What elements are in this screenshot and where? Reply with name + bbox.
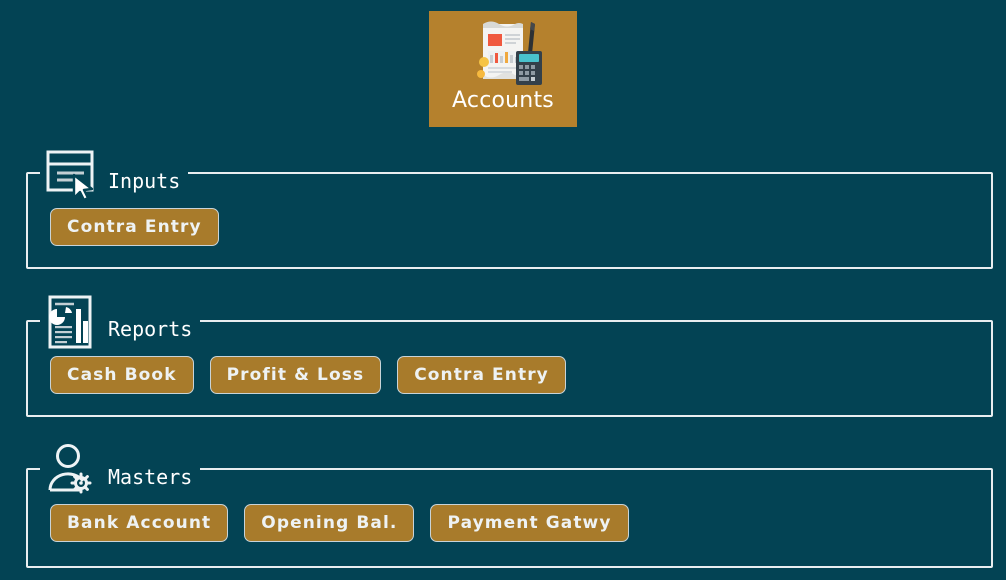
button-bank-account[interactable]: Bank Account <box>50 504 229 542</box>
form-cursor-icon <box>44 145 98 203</box>
section-reports-title: Reports <box>108 317 193 341</box>
section-inputs-buttons: Contra Entry <box>50 208 219 246</box>
button-payment-gateway[interactable]: Payment Gatwy <box>430 504 629 542</box>
section-inputs-title: Inputs <box>108 169 181 193</box>
module-tile-accounts[interactable]: Accounts <box>429 11 577 127</box>
section-masters-title: Masters <box>108 465 193 489</box>
section-reports: Reports Cash Book Profit & Loss Contra E… <box>26 291 993 417</box>
section-reports-legend: Reports <box>40 291 201 353</box>
section-masters-buttons: Bank Account Opening Bal. Payment Gatwy <box>50 504 629 542</box>
section-reports-buttons: Cash Book Profit & Loss Contra Entry <box>50 356 566 394</box>
button-contra-entry-report[interactable]: Contra Entry <box>397 356 566 394</box>
button-cash-book[interactable]: Cash Book <box>50 356 194 394</box>
report-chart-icon <box>44 293 98 351</box>
button-contra-entry-input[interactable]: Contra Entry <box>50 208 219 246</box>
accounts-document-calculator-icon <box>457 17 549 89</box>
button-profit-and-loss[interactable]: Profit & Loss <box>209 356 382 394</box>
module-tile-label: Accounts <box>452 88 554 113</box>
section-masters: Masters Bank Account Opening Bal. Paymen… <box>26 439 993 568</box>
section-inputs: Inputs Contra Entry <box>26 143 993 269</box>
user-gear-icon <box>44 441 98 499</box>
section-masters-legend: Masters <box>40 439 201 501</box>
section-inputs-legend: Inputs <box>40 143 189 205</box>
module-tile-row: Accounts <box>0 11 1006 127</box>
button-opening-balance[interactable]: Opening Bal. <box>244 504 415 542</box>
